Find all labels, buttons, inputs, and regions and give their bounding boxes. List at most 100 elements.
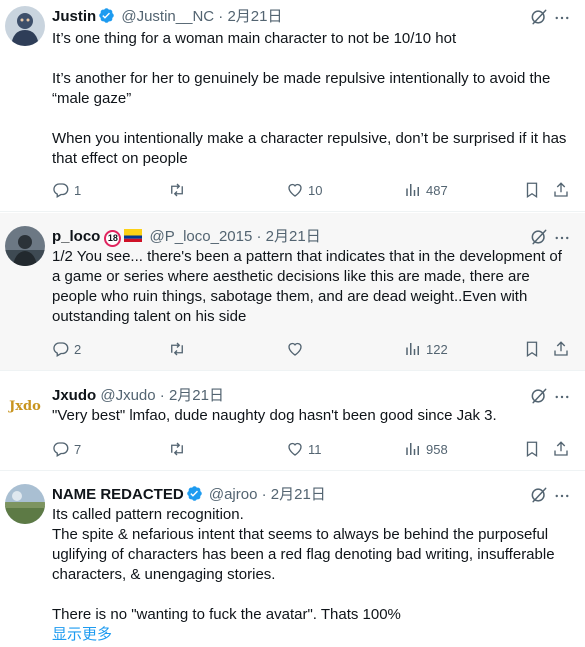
views-icon (406, 343, 419, 355)
show-more-link[interactable]: 显示更多 (52, 625, 571, 645)
avatar[interactable] (5, 6, 45, 46)
verified-badge-icon (186, 486, 202, 501)
tweet-header: NAME REDACTED @ajroo · 2月21日 (52, 485, 571, 505)
display-name[interactable]: p_loco (52, 228, 100, 245)
action-bar: 1 10 487 (52, 181, 572, 201)
views-button[interactable]: 958 (404, 440, 448, 460)
tweet-line: It’s one thing for a woman main characte… (52, 30, 457, 47)
share-button[interactable] (552, 181, 570, 201)
timestamp[interactable]: 2月21日 (227, 8, 282, 25)
share-icon (554, 341, 568, 356)
like-button[interactable]: 10 (286, 181, 322, 201)
like-count: 10 (308, 183, 323, 198)
views-count: 122 (426, 342, 448, 357)
tweet-text: Its called pattern recognition. The spit… (52, 505, 571, 625)
avatar[interactable] (5, 226, 45, 266)
separator: · (159, 387, 165, 404)
more-options-icon[interactable] (553, 9, 571, 27)
like-count: 11 (308, 442, 322, 457)
separator: · (261, 486, 267, 503)
grok-icon[interactable] (529, 386, 549, 406)
more-options-icon[interactable] (553, 487, 571, 505)
tweet-4[interactable]: NAME REDACTED @ajroo · 2月21日 Its called … (0, 472, 585, 647)
retweet-icon (171, 442, 183, 456)
like-button[interactable]: 11 (286, 440, 322, 460)
grok-icon[interactable] (529, 227, 549, 247)
heart-icon (288, 183, 302, 197)
timestamp[interactable]: 2月21日 (271, 486, 326, 503)
age-badge: 18 (104, 230, 122, 247)
bookmark-button[interactable] (523, 440, 541, 460)
avatar[interactable]: Jxdo (5, 384, 45, 424)
views-count: 958 (426, 442, 448, 457)
tweet-header: p_loco 18 @P_loco_2015 · 2月21日 (52, 227, 571, 247)
reply-icon (53, 442, 69, 457)
reply-count: 1 (74, 183, 82, 198)
tweet-line: Its called pattern recognition. (52, 506, 244, 523)
grok-icon[interactable] (529, 485, 549, 505)
tweet-1[interactable]: Justin @Justin__NC · 2月21日 It’s one thin… (0, 0, 585, 212)
colombia-flag-icon (124, 229, 143, 242)
retweet-button[interactable] (168, 181, 186, 201)
share-button[interactable] (552, 340, 570, 360)
tweet-header: Justin @Justin__NC · 2月21日 (52, 7, 571, 27)
views-button[interactable]: 487 (404, 181, 448, 201)
display-name[interactable]: Justin (52, 8, 96, 25)
retweet-icon (171, 342, 183, 356)
share-icon (554, 182, 568, 197)
more-options-icon[interactable] (553, 229, 571, 247)
like-button[interactable] (286, 340, 304, 360)
tweet-line: When you intentionally make a character … (52, 130, 567, 167)
action-bar: 2 122 (52, 340, 572, 360)
tweet-line: "Very best" lmfao, dude naughty dog hasn… (52, 407, 497, 424)
more-options-icon[interactable] (553, 388, 571, 406)
display-name[interactable]: NAME REDACTED (52, 486, 184, 503)
separator: · (256, 228, 262, 245)
bookmark-icon (526, 441, 538, 458)
verified-badge-icon (99, 8, 114, 23)
bookmark-button[interactable] (523, 340, 541, 360)
display-name[interactable]: Jxudo (52, 387, 96, 404)
tweet-line: The spite & nefarious intent that seems … (52, 526, 555, 583)
tweet-text: "Very best" lmfao, dude naughty dog hasn… (52, 406, 571, 426)
handle[interactable]: @P_loco_2015 (150, 228, 253, 245)
retweet-button[interactable] (168, 340, 186, 360)
tweet-3[interactable]: Jxdo Jxudo @Jxudo · 2月21日 "Very best" lm… (0, 372, 585, 471)
reply-icon (53, 342, 69, 357)
views-count: 487 (426, 183, 448, 198)
share-button[interactable] (552, 440, 570, 460)
views-icon (406, 184, 419, 196)
reply-button[interactable]: 7 (52, 440, 81, 460)
timestamp[interactable]: 2月21日 (169, 387, 224, 404)
tweet-line: It’s another for her to genuinely be mad… (52, 70, 551, 107)
heart-icon (288, 342, 302, 356)
tweet-header: Jxudo @Jxudo · 2月21日 (52, 386, 571, 406)
handle[interactable]: @Justin__NC (121, 8, 214, 25)
tweet-2[interactable]: p_loco 18 @P_loco_2015 · 2月21日 1/2 You se… (0, 213, 585, 371)
reply-count: 2 (74, 342, 82, 357)
reply-icon (53, 183, 69, 198)
retweet-icon (171, 183, 183, 197)
timestamp[interactable]: 2月21日 (266, 228, 321, 245)
tweet-text: 1/2 You see... there's been a pattern th… (52, 247, 571, 327)
reply-count: 7 (74, 442, 82, 457)
avatar[interactable] (5, 484, 45, 524)
reply-button[interactable]: 2 (52, 340, 81, 360)
grok-icon[interactable] (529, 7, 549, 27)
retweet-button[interactable] (168, 440, 186, 460)
separator: · (218, 8, 224, 25)
reply-button[interactable]: 1 (52, 181, 81, 201)
views-button[interactable]: 122 (404, 340, 448, 360)
tweet-line: 1/2 You see... there's been a pattern th… (52, 248, 562, 325)
share-icon (554, 441, 568, 456)
tweet-text: It’s one thing for a woman main characte… (52, 29, 571, 169)
bookmark-icon (526, 341, 538, 358)
bookmark-icon (526, 182, 538, 199)
views-icon (406, 443, 419, 455)
handle[interactable]: @ajroo (209, 486, 258, 503)
tweet-line: There is no "wanting to fuck the avatar"… (52, 606, 401, 623)
bookmark-button[interactable] (523, 181, 541, 201)
action-bar: 7 11 958 (52, 440, 572, 460)
handle[interactable]: @Jxudo (100, 387, 155, 404)
svg-text:Jxdo: Jxdo (8, 399, 41, 414)
